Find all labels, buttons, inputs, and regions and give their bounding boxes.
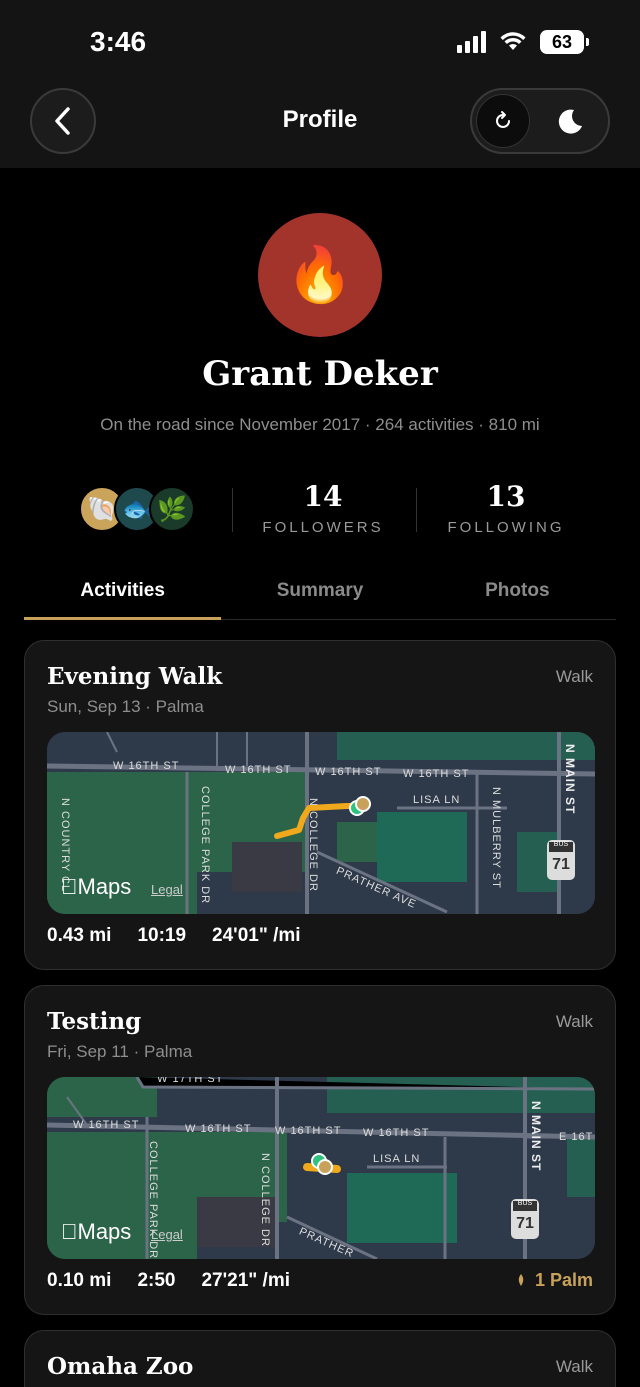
legal-link[interactable]: Legal	[151, 882, 183, 897]
apple-icon: 	[61, 874, 78, 899]
apple-icon: 	[61, 1219, 78, 1244]
top-bar: 3:46 63 Profile	[0, 0, 640, 168]
activity-subtitle: Sun, Sep 13 · Palma	[47, 697, 204, 716]
followers-stat[interactable]: 14 FOLLOWERS	[233, 480, 413, 536]
refresh-button[interactable]	[476, 94, 530, 148]
route-shield-icon: 71	[552, 856, 570, 873]
activity-card[interactable]: Omaha Zoo Walk	[24, 1330, 616, 1387]
street-label: W 16TH ST	[403, 768, 470, 780]
activity-pace: 27'21" /mi	[201, 1270, 290, 1291]
following-stat[interactable]: 13 FOLLOWING	[416, 480, 596, 536]
route-map[interactable]: W 16TH ST W 16TH ST W 16TH ST W 16TH ST …	[47, 732, 595, 914]
street-label: W 16TH ST	[275, 1125, 342, 1137]
palm-icon	[518, 1274, 524, 1286]
activity-title: Evening Walk	[47, 663, 223, 690]
apple-maps-logo: Maps	[61, 874, 131, 899]
profile-stats: 🐚 🐟 🌿 14 FOLLOWERS 13 FOLLOWING	[0, 480, 640, 540]
street-label: N MAIN ST	[563, 744, 577, 815]
bus-label: BUS	[553, 841, 569, 848]
street-label: N MULBERRY ST	[490, 787, 502, 889]
activity-duration: 2:50	[137, 1270, 176, 1291]
dark-mode-toggle[interactable]	[552, 104, 588, 140]
palm-count[interactable]: 1 Palm	[515, 1270, 593, 1291]
flame-icon: 🔥	[286, 244, 354, 305]
route-map[interactable]: W 17TH ST W 16TH ST W 16TH ST W 16TH ST …	[47, 1077, 595, 1259]
activity-distance: 0.10 mi	[47, 1270, 112, 1291]
profile-name: Grant Deker	[202, 354, 438, 394]
status-time: 3:46	[90, 26, 147, 57]
route-shield-icon: 71	[516, 1215, 534, 1232]
tab-summary[interactable]: Summary	[221, 570, 418, 619]
activity-type: Walk	[555, 1012, 593, 1031]
activity-card[interactable]: Testing Fri, Sep 11 · Palma Walk W 17TH …	[24, 985, 616, 1315]
apple-maps-logo: Maps	[61, 1219, 131, 1244]
activity-distance: 0.43 mi	[47, 925, 112, 946]
activity-title: Omaha Zoo	[47, 1353, 194, 1380]
street-label: N MAIN ST	[529, 1101, 543, 1172]
street-label: E 16T	[559, 1131, 594, 1143]
header-actions	[470, 88, 610, 154]
battery-icon: 63	[540, 30, 589, 54]
tab-photos[interactable]: Photos	[419, 570, 616, 619]
street-label: LISA LN	[373, 1153, 421, 1165]
avatar[interactable]: 🔥	[258, 213, 382, 337]
street-label: N COLLEGE DR	[259, 1153, 271, 1247]
street-label: W 16TH ST	[363, 1127, 430, 1139]
activity-duration: 10:19	[137, 925, 187, 946]
activity-metrics: 0.43 mi 10:19 24'01" /mi	[47, 925, 301, 947]
street-label: W 16TH ST	[315, 766, 382, 778]
profile-subline: On the road since November 2017 · 264 ac…	[100, 415, 540, 434]
tab-activities[interactable]: Activities	[24, 570, 222, 620]
activity-subtitle: Fri, Sep 11 · Palma	[47, 1042, 193, 1061]
status-icons: 63	[457, 30, 589, 54]
street-label: W 16TH ST	[113, 760, 180, 772]
profile-tabs: Activities Summary Photos	[24, 570, 616, 620]
moon-icon	[558, 109, 582, 134]
followers-label: FOLLOWERS	[262, 519, 384, 536]
activity-metrics: 0.10 mi 2:50 27'21" /mi	[47, 1270, 290, 1292]
activity-title: Testing	[47, 1008, 142, 1035]
leaf-badge-icon[interactable]: 🌿	[149, 486, 195, 532]
following-label: FOLLOWING	[447, 519, 565, 536]
street-label: W 16TH ST	[225, 764, 292, 776]
street-label: W 16TH ST	[73, 1119, 140, 1131]
activity-pace: 24'01" /mi	[212, 925, 301, 946]
street-label: COLLEGE PARK DR	[199, 786, 211, 905]
refresh-icon	[496, 111, 510, 128]
street-label: W 16TH ST	[185, 1123, 252, 1135]
street-label: LISA LN	[413, 794, 461, 806]
bus-label: BUS	[517, 1200, 533, 1207]
street-label: W 17TH ST	[157, 1077, 224, 1085]
signal-icon	[457, 31, 486, 53]
wifi-icon	[500, 32, 526, 50]
activity-type: Walk	[555, 667, 593, 686]
followers-count: 14	[303, 480, 343, 513]
activity-type: Walk	[555, 1357, 593, 1376]
activity-card[interactable]: Evening Walk Sun, Sep 13 · Palma Walk W …	[24, 640, 616, 970]
legal-link[interactable]: Legal	[151, 1227, 183, 1242]
street-label: N COLLEGE DR	[307, 798, 319, 892]
following-count: 13	[486, 480, 526, 513]
